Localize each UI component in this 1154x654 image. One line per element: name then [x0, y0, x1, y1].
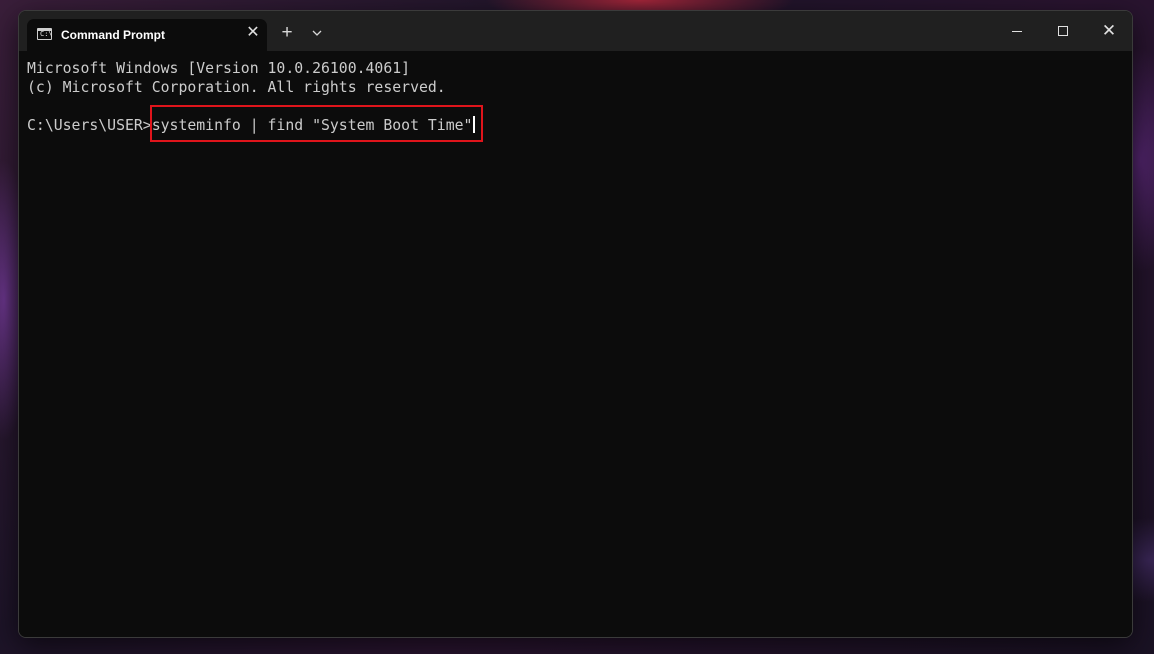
- new-tab-button[interactable]: +: [277, 23, 297, 43]
- tab-dropdown-button[interactable]: [309, 23, 325, 43]
- tab-title: Command Prompt: [61, 28, 166, 42]
- cmd-icon-glyph: C:\: [40, 30, 53, 38]
- minimize-button[interactable]: [994, 11, 1040, 51]
- terminal-output[interactable]: Microsoft Windows [Version 10.0.26100.40…: [19, 51, 1132, 637]
- cmd-icon: C:\: [37, 28, 53, 40]
- minimize-icon: [1012, 31, 1022, 32]
- text-cursor: [473, 116, 476, 133]
- copyright-line: (c) Microsoft Corporation. All rights re…: [27, 79, 446, 96]
- tab-command-prompt[interactable]: C:\ Command Prompt ✕: [27, 19, 267, 51]
- prompt-path: C:\Users\USER>: [27, 117, 152, 134]
- title-bar[interactable]: C:\ Command Prompt ✕ + ✕: [19, 11, 1132, 51]
- chevron-down-icon: [312, 30, 322, 36]
- typed-command[interactable]: systeminfo | find "System Boot Time": [152, 117, 473, 134]
- maximize-button[interactable]: [1040, 11, 1086, 51]
- maximize-icon: [1058, 26, 1068, 36]
- command-line[interactable]: C:\Users\USER>systeminfo | find "System …: [27, 116, 476, 135]
- terminal-window: C:\ Command Prompt ✕ + ✕ Microsoft Windo…: [18, 10, 1133, 638]
- close-icon: ✕: [1101, 21, 1117, 40]
- close-window-button[interactable]: ✕: [1086, 11, 1132, 51]
- version-line: Microsoft Windows [Version 10.0.26100.40…: [27, 60, 411, 77]
- close-tab-button[interactable]: ✕: [245, 25, 261, 41]
